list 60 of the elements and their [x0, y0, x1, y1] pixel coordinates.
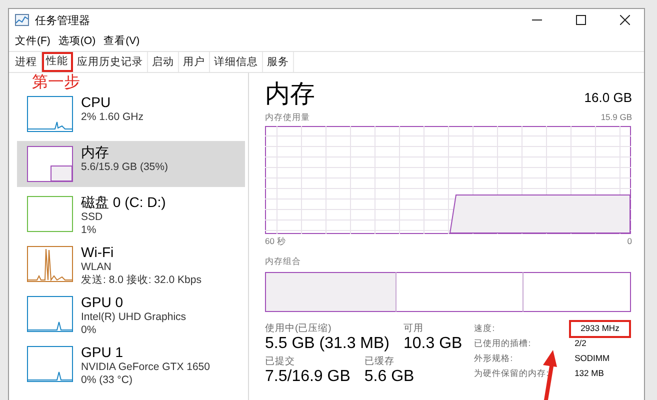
time-start-label: 60 秒	[265, 236, 286, 248]
tab[interactable]: 用户	[179, 52, 210, 72]
item-name: 内存	[81, 144, 110, 161]
sidebar-item[interactable]: 磁盘 0 (C: D:) SSD 1%	[17, 191, 245, 237]
sidebar-item[interactable]: 内存 5.6/15.9 GB (35%)	[17, 141, 245, 187]
tab[interactable]: 服务	[263, 52, 294, 72]
menu-item[interactable]: 查看(V)	[104, 34, 140, 48]
item-detail: 5.6/15.9 GB (35%)	[81, 161, 168, 174]
item-name: GPU 0	[81, 294, 124, 311]
item-detail: 1%	[81, 224, 98, 237]
sidebar-item[interactable]: Wi-Fi WLAN 发送: 8.0 接收: 32.0 Kbps	[17, 241, 245, 287]
sidebar-item[interactable]: GPU 0 Intel(R) UHD Graphics 0%	[17, 291, 245, 337]
spec-value: SODIMM	[574, 352, 611, 365]
item-name: CPU	[81, 94, 112, 111]
tab[interactable]: 应用历史记录	[73, 52, 148, 72]
stat-label: 可用	[404, 322, 424, 335]
total-memory: 16.0 GB	[584, 90, 632, 105]
graph-label: 内存使用量	[265, 112, 310, 124]
spec-label: 速度:	[474, 322, 496, 335]
stat-label: 已提交	[265, 355, 296, 368]
stat-value: 5.6 GB	[364, 368, 414, 386]
item-detail: 2% 1.60 GHz	[81, 111, 144, 124]
sidebar-item[interactable]: CPU 2% 1.60 GHz	[17, 91, 245, 137]
app-icon	[15, 14, 29, 26]
maximize-icon	[576, 15, 586, 25]
graph-label: 内存组合	[265, 256, 301, 268]
spec-value: 132 MB	[574, 367, 605, 380]
tab[interactable]: 进程	[11, 52, 42, 72]
menu-item[interactable]: 文件(F)	[15, 34, 50, 48]
annotation-text: 第一步	[32, 73, 80, 90]
stat-value: 10.3 GB	[404, 335, 462, 353]
item-detail: SSD	[81, 211, 104, 224]
item-detail: Intel(R) UHD Graphics	[81, 311, 186, 324]
spec-label: 外形规格:	[474, 352, 514, 365]
menu-item[interactable]: 选项(O)	[58, 34, 96, 48]
window-title: 任务管理器	[35, 14, 91, 28]
item-detail: 0%	[81, 324, 98, 337]
spec-label: 已使用的插槽:	[474, 337, 532, 350]
tab[interactable]: 启动	[148, 52, 179, 72]
graph-max: 15.9 GB	[600, 112, 632, 124]
time-end-label: 0	[627, 236, 632, 248]
spec-value: 2933 MHz	[570, 322, 630, 336]
item-detail: NVIDIA GeForce GTX 1650	[81, 361, 210, 374]
stat-label: 使用中(已压缩)	[265, 322, 332, 335]
item-detail: 0% (33 °C)	[81, 374, 134, 387]
section-title: 内存	[265, 79, 315, 110]
close-icon	[620, 15, 630, 25]
tab[interactable]: 详细信息	[210, 52, 263, 72]
item-name: Wi-Fi	[81, 244, 115, 261]
tab[interactable]: 性能	[42, 52, 73, 72]
spec-label: 为硬件保留的内存:	[474, 367, 549, 380]
stat-label: 已缓存	[364, 355, 396, 368]
item-name: 磁盘 0 (C: D:)	[81, 194, 166, 211]
sidebar-item[interactable]: GPU 1 NVIDIA GeForce GTX 1650 0% (33 °C)	[17, 341, 245, 387]
stat-value: 5.5 GB (31.3 MB)	[265, 335, 390, 353]
spec-value: 2/2	[574, 337, 588, 350]
item-name: GPU 1	[81, 344, 124, 361]
item-detail: WLAN	[81, 261, 112, 274]
stat-value: 7.5/16.9 GB	[265, 368, 350, 386]
item-detail: 发送: 8.0 接收: 32.0 Kbps	[81, 274, 202, 287]
